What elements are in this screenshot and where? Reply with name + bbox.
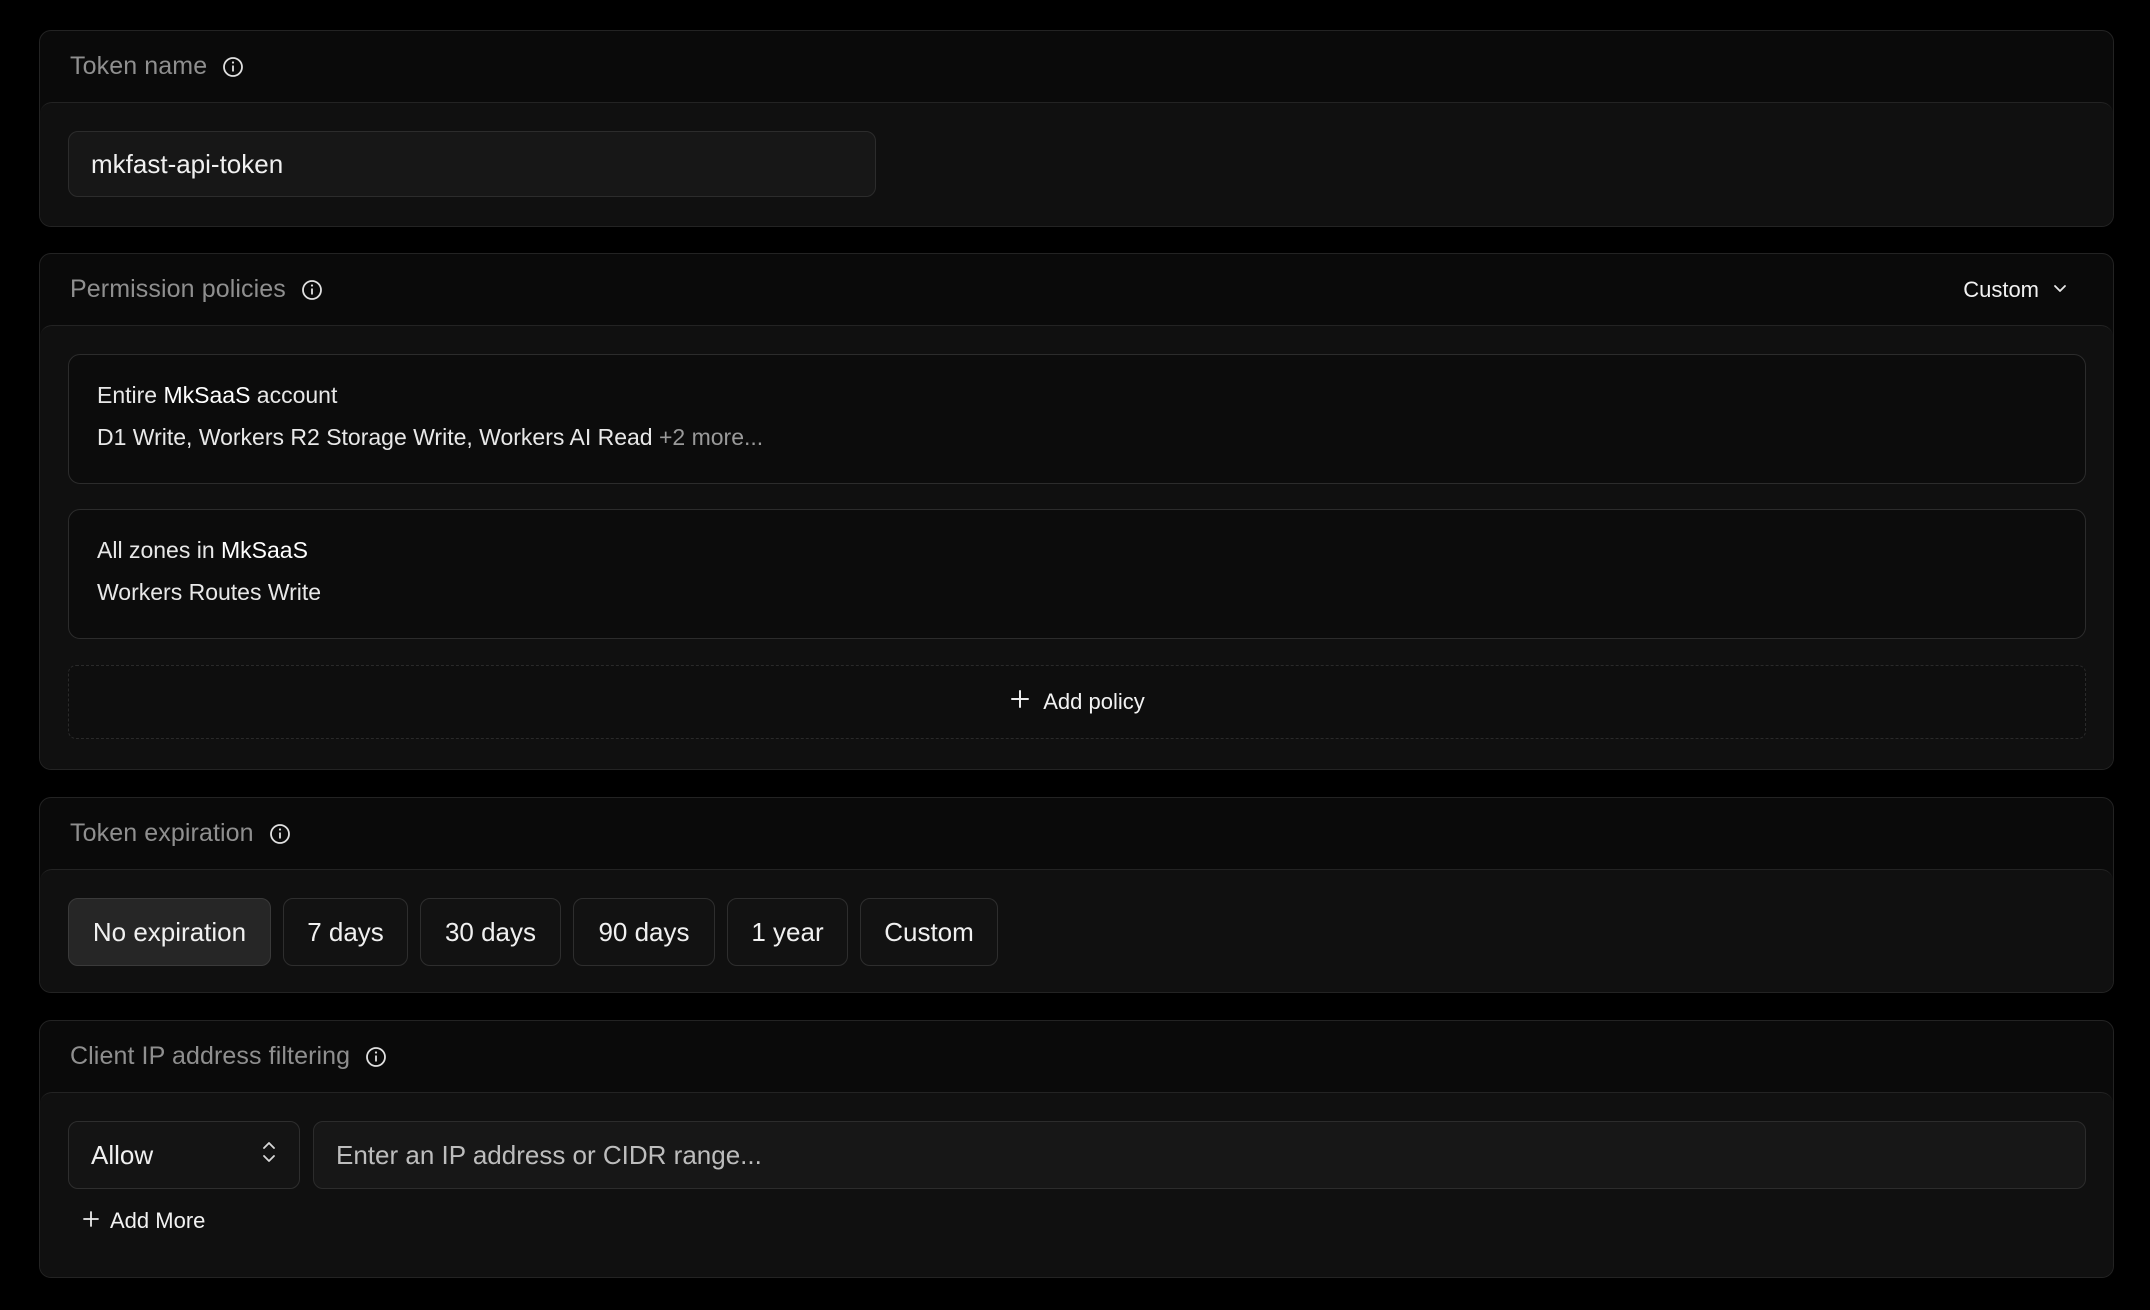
ip-address-input[interactable]: Enter an IP address or CIDR range... — [313, 1121, 2086, 1189]
policy-permissions: D1 Write, Workers R2 Storage Write, Work… — [97, 424, 763, 451]
add-more-label: Add More — [110, 1208, 206, 1233]
info-icon[interactable] — [268, 822, 292, 846]
policy-more-link[interactable]: +2 more... — [659, 424, 763, 450]
expiration-option-1-year[interactable]: 1 year — [727, 898, 848, 966]
token-expiration-body: No expiration 7 days 30 days 90 days 1 y… — [40, 869, 2113, 992]
token-name-header: Token name — [40, 31, 2113, 102]
plus-icon — [82, 1208, 100, 1234]
policy-scope-prefix: All zones in — [97, 537, 222, 563]
policy-scope-suffix: account — [250, 382, 338, 408]
ip-mode-select[interactable]: Allow — [68, 1121, 300, 1189]
token-expiration-title: Token expiration — [70, 819, 254, 847]
token-name-input[interactable]: mkfast-api-token — [68, 131, 876, 197]
token-name-card: Token name mkfast-api-token — [39, 30, 2114, 227]
policy-scope-prefix: Entire — [97, 382, 164, 408]
api-token-form: Token name mkfast-api-token Permission p… — [0, 0, 2150, 1310]
policy-template-label: Custom — [1963, 276, 2039, 302]
ip-mode-value: Allow — [91, 1139, 154, 1170]
ip-filtering-body: Allow Enter an IP address or CIDR range.… — [40, 1092, 2113, 1277]
token-expiration-header: Token expiration — [40, 798, 2113, 869]
policy-scope: All zones in MkSaaS — [97, 537, 308, 564]
chevron-up-down-icon — [261, 1138, 277, 1173]
add-policy-label: Add policy — [1043, 689, 1145, 714]
expiration-options: No expiration 7 days 30 days 90 days 1 y… — [68, 898, 998, 966]
policy-permissions: Workers Routes Write — [97, 579, 321, 606]
policy-item[interactable]: All zones in MkSaaS Workers Routes Write — [68, 509, 2086, 639]
ip-filtering-header: Client IP address filtering — [40, 1021, 2113, 1092]
add-more-button[interactable]: Add More — [82, 1208, 205, 1234]
token-expiration-card: Token expiration No expiration 7 days 30… — [39, 797, 2114, 993]
ip-filtering-title: Client IP address filtering — [70, 1042, 351, 1070]
policy-account-name: MkSaaS — [163, 382, 251, 408]
permission-policies-card: Permission policies Custom Entire MkSaaS… — [39, 253, 2114, 770]
policy-permissions-text: D1 Write, Workers R2 Storage Write, Work… — [97, 424, 653, 450]
permission-policies-body: Entire MkSaaS account D1 Write, Workers … — [40, 325, 2113, 769]
permission-policies-title: Permission policies — [70, 275, 286, 303]
policy-item[interactable]: Entire MkSaaS account D1 Write, Workers … — [68, 354, 2086, 484]
policy-permissions-text: Workers Routes Write — [97, 579, 322, 605]
info-icon[interactable] — [364, 1045, 388, 1069]
policy-account-name: MkSaaS — [221, 537, 308, 563]
plus-icon — [1009, 688, 1031, 716]
policy-template-dropdown[interactable]: Custom — [1963, 254, 2069, 325]
ip-filtering-card: Client IP address filtering Allow Enter … — [39, 1020, 2114, 1278]
ip-address-placeholder: Enter an IP address or CIDR range... — [336, 1139, 762, 1170]
expiration-option-custom[interactable]: Custom — [860, 898, 998, 966]
expiration-option-90-days[interactable]: 90 days — [573, 898, 715, 966]
permission-policies-header: Permission policies Custom — [40, 254, 2113, 325]
info-icon[interactable] — [300, 278, 324, 302]
expiration-option-7-days[interactable]: 7 days — [283, 898, 408, 966]
token-name-body: mkfast-api-token — [40, 102, 2113, 226]
expiration-option-no-expiration[interactable]: No expiration — [68, 898, 271, 966]
add-policy-button[interactable]: Add policy — [68, 665, 2086, 739]
token-name-title: Token name — [70, 52, 208, 80]
expiration-option-30-days[interactable]: 30 days — [420, 898, 561, 966]
chevron-down-icon — [2051, 277, 2069, 303]
token-name-value: mkfast-api-token — [91, 148, 284, 179]
info-icon[interactable] — [221, 55, 245, 79]
policy-scope: Entire MkSaaS account — [97, 382, 337, 409]
